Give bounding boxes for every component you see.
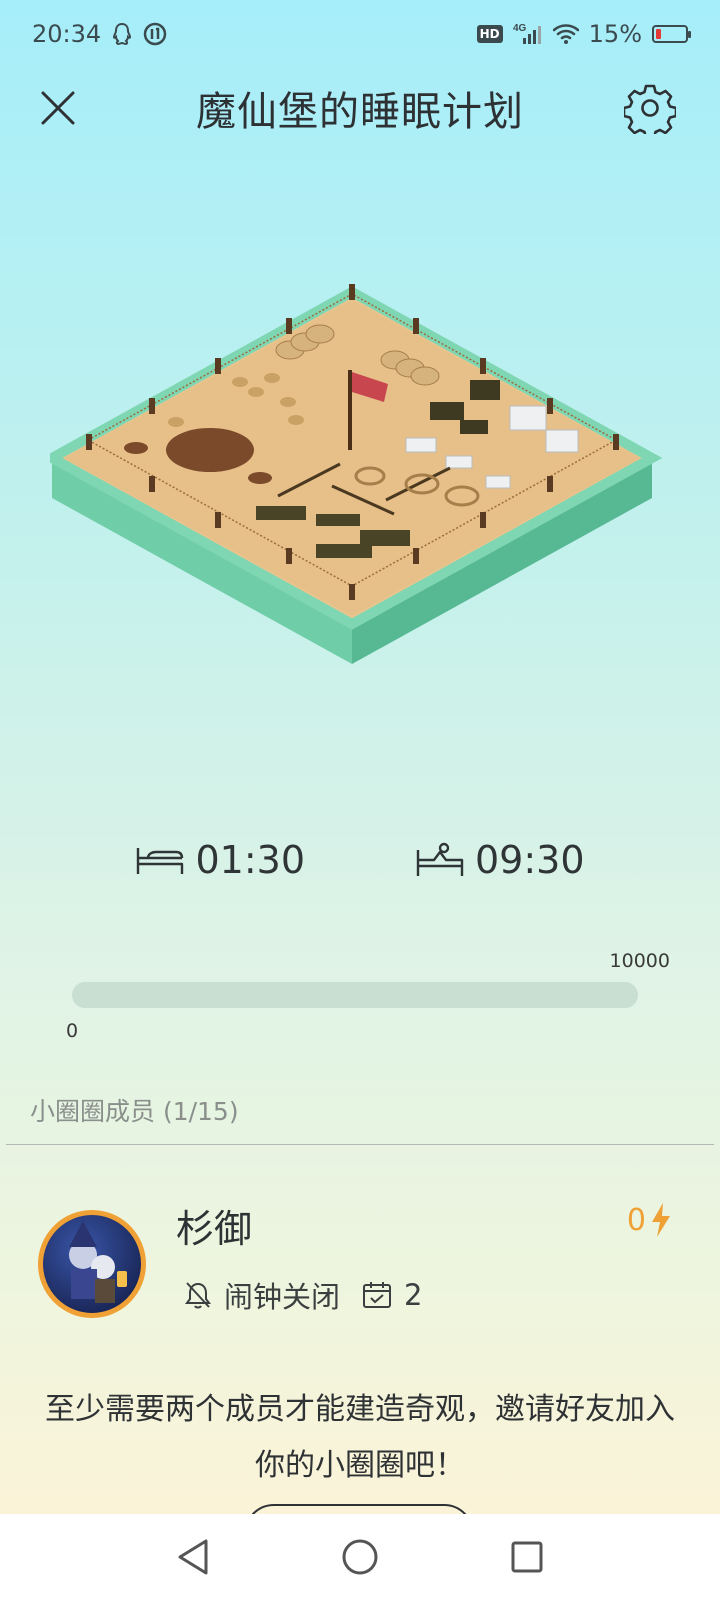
- network-type-label: 4G: [513, 23, 527, 34]
- wifi-icon: [552, 24, 579, 44]
- wake-up-icon: [416, 842, 464, 876]
- checkin-count: 2: [404, 1278, 423, 1312]
- wonder-construction-site: [41, 280, 670, 680]
- close-button[interactable]: [36, 86, 80, 130]
- header: 魔仙堡的睡眠计划: [0, 70, 720, 146]
- invite-message: 至少需要两个成员才能建造奇观，邀请好友加入你的小圈圈吧！: [45, 1392, 675, 1483]
- page-title: 魔仙堡的睡眠计划: [196, 89, 524, 135]
- energy-value: 0: [626, 1202, 646, 1238]
- hd-badge: HD: [476, 25, 503, 43]
- settings-button[interactable]: [622, 82, 678, 140]
- home-circle-icon: [342, 1539, 378, 1575]
- system-navigation-bar: [0, 1514, 720, 1600]
- qq-icon: [111, 22, 133, 46]
- divider: [6, 1144, 714, 1145]
- energy-counter: 0: [627, 1202, 672, 1238]
- home-button[interactable]: [330, 1527, 390, 1587]
- close-icon: [41, 91, 75, 125]
- back-button[interactable]: [163, 1527, 223, 1587]
- progress-bar: [72, 982, 638, 1008]
- lightning-icon: [652, 1203, 670, 1237]
- bed-icon: [137, 848, 184, 874]
- members-section-title: 小圈圈成员 (1/15): [30, 1097, 239, 1126]
- recents-button[interactable]: [497, 1527, 557, 1587]
- progress-min-label: 0: [66, 1020, 79, 1042]
- member-row[interactable]: 杉御 闹钟关闭 2 0: [0, 1190, 720, 1320]
- recents-square-icon: [511, 1541, 543, 1573]
- battery-icon: [652, 25, 691, 43]
- notification-badge-icon: [143, 22, 167, 46]
- calendar-check-icon: [363, 1282, 392, 1308]
- bell-off-icon: [185, 1282, 211, 1309]
- cellular-signal-icon: 4G: [513, 22, 543, 46]
- wake-time-value: 09:30: [475, 838, 585, 882]
- bedtime-value: 01:30: [195, 838, 305, 882]
- battery-percent: 15%: [588, 20, 642, 48]
- status-bar: 20:34 HD 4G 15%: [0, 0, 720, 68]
- alarm-status: 闹钟关闭: [224, 1280, 341, 1314]
- gear-icon: [622, 84, 678, 140]
- build-progress: 10000 0: [66, 950, 670, 1042]
- bedtime-item[interactable]: 01:30: [135, 838, 305, 882]
- wake-time-item[interactable]: 09:30: [415, 838, 585, 882]
- avatar[interactable]: [38, 1210, 146, 1318]
- member-status: 闹钟关闭 2: [184, 1274, 422, 1316]
- back-triangle-icon: [178, 1539, 208, 1575]
- status-time: 20:34: [32, 20, 102, 48]
- progress-max-label: 10000: [609, 950, 670, 972]
- sleep-schedule: 01:30 09:30: [0, 830, 720, 890]
- member-name: 杉御: [176, 1207, 253, 1251]
